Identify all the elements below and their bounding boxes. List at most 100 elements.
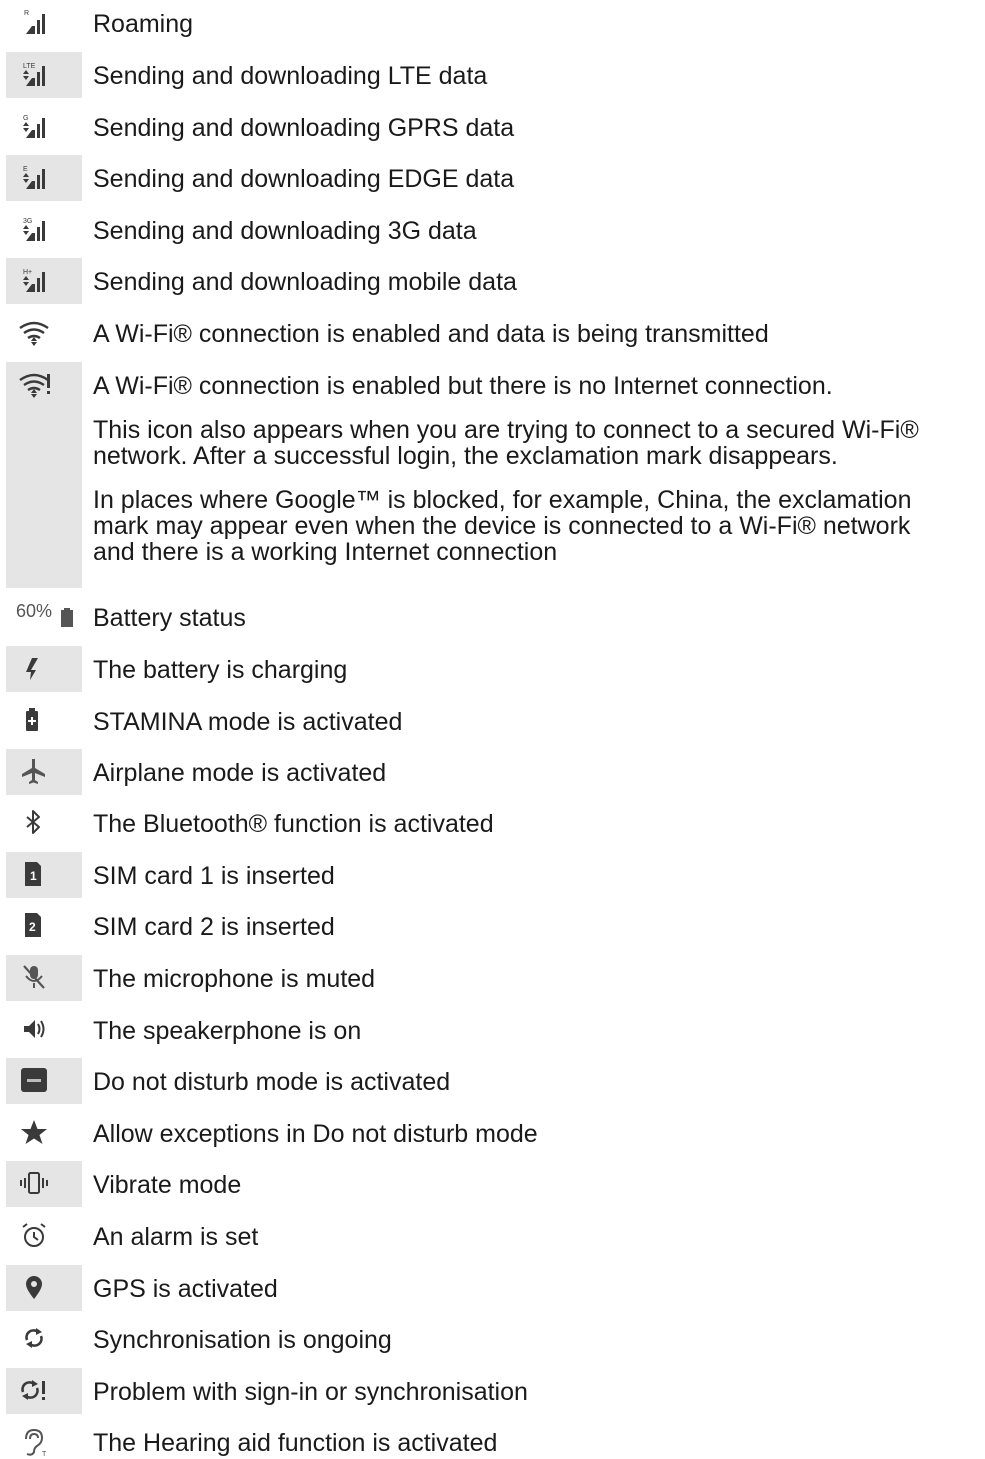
sim-card-1-icon: 1 bbox=[25, 862, 41, 886]
table-row: Allow exceptions in Do not disturb mode bbox=[0, 1110, 985, 1156]
battery-status-icon bbox=[61, 608, 73, 627]
vibrate-mode-icon bbox=[20, 1172, 48, 1194]
svg-text:G: G bbox=[23, 115, 28, 122]
icon-cell bbox=[6, 1007, 82, 1053]
icon-description: The battery is charging bbox=[93, 657, 983, 683]
icon-description: Allow exceptions in Do not disturb mode bbox=[93, 1121, 983, 1147]
table-row: H+ Sending and downloading mobile data bbox=[0, 258, 985, 304]
sync-icon bbox=[25, 1328, 43, 1348]
star-icon bbox=[21, 1120, 47, 1144]
icon-description: The microphone is muted bbox=[93, 966, 983, 992]
icon-description: Sending and downloading LTE data bbox=[93, 63, 983, 89]
description-text: Sending and downloading GPRS data bbox=[93, 114, 515, 142]
icon-cell bbox=[6, 955, 82, 1001]
airplane-mode-icon bbox=[22, 759, 45, 784]
description-text: The Hearing aid function is activated bbox=[93, 1429, 498, 1457]
table-row: The microphone is muted bbox=[0, 955, 985, 1001]
table-row: Do not disturb mode is activated bbox=[0, 1058, 985, 1104]
table-row: Airplane mode is activated bbox=[0, 749, 985, 795]
table-row: STAMINA mode is activated bbox=[0, 698, 985, 744]
icon-description: GPS is activated bbox=[93, 1276, 983, 1302]
table-row: T The Hearing aid function is activated bbox=[0, 1419, 985, 1458]
table-row: G Sending and downloading GPRS data bbox=[0, 104, 985, 150]
description-text: Battery status bbox=[93, 604, 246, 632]
description-text: Problem with sign-in or synchronisation bbox=[93, 1378, 528, 1406]
icon-description: Vibrate mode bbox=[93, 1172, 983, 1198]
icon-cell bbox=[6, 1368, 82, 1414]
icon-description: The Hearing aid function is activated bbox=[93, 1430, 983, 1456]
description-text: Airplane mode is activated bbox=[93, 759, 387, 787]
icon-cell: H+ bbox=[6, 258, 82, 304]
3g-data-signal-icon: 3G bbox=[23, 218, 45, 241]
icon-description: Airplane mode is activated bbox=[93, 760, 983, 786]
table-row: LTE Sending and downloading LTE data bbox=[0, 52, 985, 98]
table-row: A Wi-Fi® connection is enabled but there… bbox=[0, 362, 985, 588]
description-text: Vibrate mode bbox=[93, 1171, 242, 1199]
icon-cell bbox=[6, 1161, 82, 1207]
description-text: The battery is charging bbox=[93, 656, 348, 684]
table-row: 1 SIM card 1 is inserted bbox=[0, 852, 985, 898]
table-row: The battery is charging bbox=[0, 646, 985, 692]
table-row: 60% Battery status bbox=[0, 594, 985, 640]
icon-description: A Wi-Fi® connection is enabled but there… bbox=[93, 373, 983, 565]
description-text: Synchronisation is ongoing bbox=[93, 1326, 392, 1354]
mobile-data-signal-icon: H+ bbox=[23, 269, 45, 292]
svg-text:H+: H+ bbox=[23, 269, 32, 276]
icon-description: SIM card 1 is inserted bbox=[93, 863, 983, 889]
svg-text:2: 2 bbox=[29, 920, 36, 934]
description-text: SIM card 2 is inserted bbox=[93, 913, 335, 941]
description-text: Sending and downloading mobile data bbox=[93, 268, 517, 296]
svg-text:3G: 3G bbox=[23, 218, 32, 225]
icon-description: Problem with sign-in or synchronisation bbox=[93, 1379, 983, 1405]
description-text: Allow exceptions in Do not disturb mode bbox=[93, 1120, 538, 1148]
roaming-signal-icon: R bbox=[24, 10, 45, 34]
do-not-disturb-icon bbox=[21, 1068, 47, 1092]
icon-cell: 3G bbox=[6, 207, 82, 253]
sync-problem-icon bbox=[21, 1380, 45, 1400]
description-text: A Wi-Fi® connection is enabled and data … bbox=[93, 320, 769, 348]
icon-cell bbox=[6, 310, 82, 356]
table-row: Synchronisation is ongoing bbox=[0, 1316, 985, 1362]
table-row: The speakerphone is on bbox=[0, 1007, 985, 1053]
description-text: An alarm is set bbox=[93, 1223, 259, 1251]
icon-description: A Wi-Fi® connection is enabled and data … bbox=[93, 321, 983, 347]
description-text: The microphone is muted bbox=[93, 965, 376, 993]
wifi-no-internet-icon bbox=[19, 373, 50, 398]
icon-cell: T bbox=[6, 1419, 82, 1458]
wifi-transmitting-icon bbox=[19, 321, 49, 346]
icon-cell bbox=[6, 646, 82, 692]
icon-cell bbox=[6, 1316, 82, 1362]
table-row: 2 SIM card 2 is inserted bbox=[0, 903, 985, 949]
icon-description: The Bluetooth® function is activated bbox=[93, 811, 983, 837]
icon-cell: 60% bbox=[6, 594, 82, 640]
description-text: SIM card 1 is inserted bbox=[93, 862, 335, 890]
svg-text:E: E bbox=[23, 166, 28, 173]
icon-description: SIM card 2 is inserted bbox=[93, 914, 983, 940]
icon-description: Sending and downloading GPRS data bbox=[93, 115, 983, 141]
icon-cell bbox=[6, 1213, 82, 1259]
description-note: This icon also appears when you are tryi… bbox=[93, 416, 919, 470]
bluetooth-icon bbox=[26, 810, 40, 834]
table-row: A Wi-Fi® connection is enabled and data … bbox=[0, 310, 985, 356]
sim-card-2-icon: 2 bbox=[25, 913, 41, 937]
description-text: Sending and downloading LTE data bbox=[93, 62, 488, 90]
icon-cell: LTE bbox=[6, 52, 82, 98]
table-row: GPS is activated bbox=[0, 1265, 985, 1311]
icon-description: Sending and downloading mobile data bbox=[93, 269, 983, 295]
icon-description: Battery status bbox=[93, 605, 983, 631]
icon-cell: 1 bbox=[6, 852, 82, 898]
icon-cell bbox=[6, 1058, 82, 1104]
table-row: Problem with sign-in or synchronisation bbox=[0, 1368, 985, 1414]
alarm-clock-icon bbox=[22, 1223, 46, 1247]
svg-text:1: 1 bbox=[30, 869, 37, 883]
icon-cell bbox=[6, 800, 82, 846]
table-row: The Bluetooth® function is activated bbox=[0, 800, 985, 846]
icon-cell: R bbox=[6, 0, 82, 46]
icon-cell: E bbox=[6, 155, 82, 201]
description-text: The Bluetooth® function is activated bbox=[93, 810, 494, 838]
svg-text:R: R bbox=[24, 10, 29, 17]
icon-cell bbox=[6, 749, 82, 795]
gprs-data-signal-icon: G bbox=[23, 115, 45, 138]
icon-cell bbox=[6, 362, 82, 588]
description-text: Sending and downloading 3G data bbox=[93, 217, 477, 245]
